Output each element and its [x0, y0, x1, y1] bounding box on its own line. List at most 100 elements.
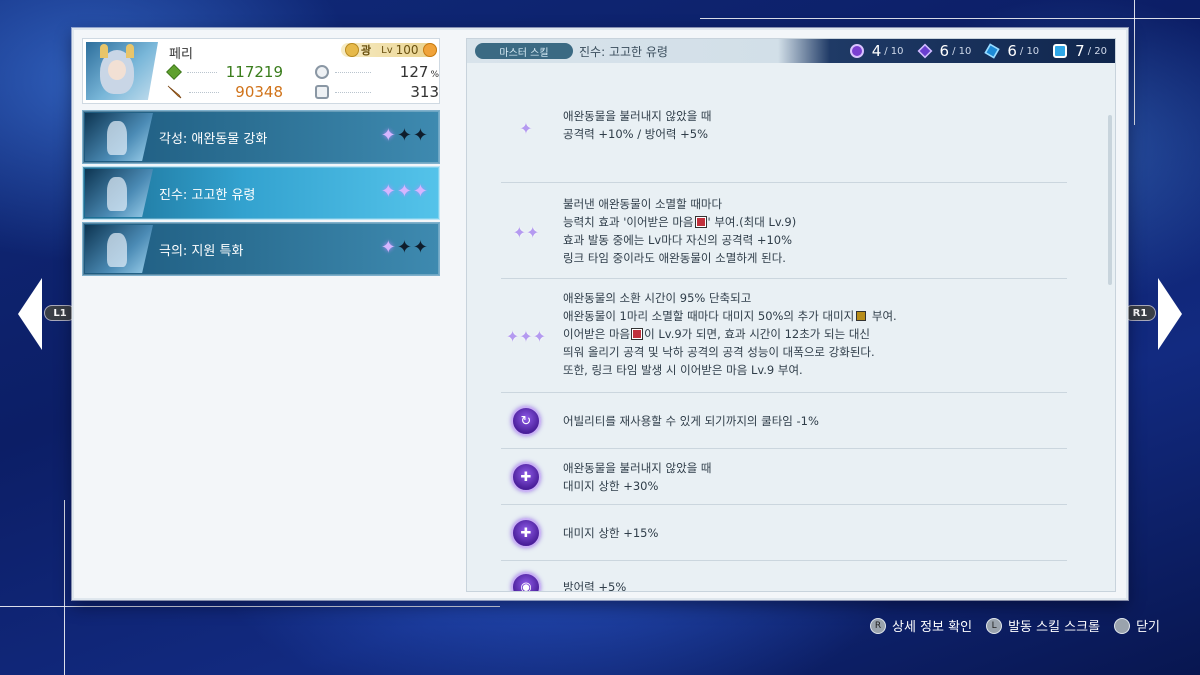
rank-label: 광	[361, 44, 372, 57]
character-portrait	[86, 42, 158, 100]
counter-item: 4/ 10	[849, 42, 904, 60]
heart-badge-icon	[694, 216, 707, 228]
skill-label: 각성: 애완동물 강화	[159, 132, 268, 147]
skill-row-essence[interactable]: 진수: 고고한 유령 ✦✦✦	[82, 166, 440, 220]
star-lit-icon: ✦	[380, 125, 397, 146]
entry-line: 불러낸 애완동물이 소멸할 때마다	[563, 197, 723, 211]
crit-value: 127	[399, 63, 429, 81]
hint-scroll[interactable]: L 발동 스킬 스크롤	[986, 616, 1100, 635]
entry-line: 부여.	[868, 309, 897, 323]
scrollbar[interactable]	[1108, 115, 1112, 285]
entry-line: 능력치 효과 '이어받은 마음	[563, 215, 694, 229]
entry-line: 애완동물을 불러내지 않았을 때	[563, 461, 712, 475]
decor-line	[700, 18, 1200, 19]
counter-num: 6	[939, 42, 950, 60]
entry-line: 애완동물을 불러내지 않았을 때	[563, 109, 712, 123]
burst-icon	[315, 65, 329, 79]
entry-line: 공격력 +10% / 방어력 +5%	[563, 127, 709, 141]
cooldown-orb-icon: ↻	[511, 406, 541, 436]
skill-row-mastery[interactable]: 극의: 지원 특화 ✦✦✦	[82, 222, 440, 276]
list-item: ◉ 방어력 +5%	[501, 561, 1067, 591]
entry-line: 효과 발동 중에는 Lv마다 자신의 공격력 +10%	[563, 233, 793, 247]
list-item: ↻ 어빌리티를 재사용할 수 있게 되기까지의 쿨타임 -1%	[501, 393, 1067, 449]
star-lit-icon: ✦	[380, 237, 397, 258]
entry-line: 방어력 +5%	[563, 580, 627, 591]
atk-stat: 90348	[167, 83, 283, 101]
detail-content: ✦ 애완동물을 불러내지 않았을 때 공격력 +10% / 방어력 +5% ✦✦…	[467, 63, 1115, 591]
star-dark-icon: ✦✦	[396, 125, 429, 146]
counter-item: 6/ 10	[984, 42, 1040, 60]
hp-stat: 117219	[166, 63, 283, 81]
counter-num: 6	[1007, 42, 1017, 60]
counter-den: / 10	[884, 45, 904, 57]
rank-badge: 광 Lv 100	[341, 43, 437, 57]
detail-header: 마스터 스킬 진수: 고고한 유령 4/ 10 6/ 10 6/ 10 7/ 2…	[467, 39, 1115, 63]
entry-line: 애완동물이 1마리 소멸할 때마다 대미지 50%의 추가 대미지	[563, 309, 855, 323]
skill-stars: ✦✦✦	[381, 237, 429, 258]
defense-orb-icon: ◉	[511, 572, 541, 591]
rank-coin-icon	[345, 43, 359, 57]
skill-thumbnail	[85, 169, 153, 217]
purple-diamond-icon	[917, 43, 932, 59]
extra-damage-icon	[856, 311, 867, 321]
detail-title: 진수: 고고한 유령	[579, 44, 668, 59]
skill-label: 극의: 지원 특화	[159, 244, 244, 259]
master-skill-tab[interactable]: 마스터 스킬	[475, 43, 573, 59]
control-hints: R 상세 정보 확인 L 발동 스킬 스크롤 닫기	[856, 616, 1160, 635]
star-icon: ✦	[519, 118, 533, 138]
damage-cap-orb-icon: ✚	[511, 518, 541, 548]
next-arrow-icon[interactable]	[1158, 278, 1182, 350]
decor-line	[1134, 0, 1135, 125]
prev-arrow-icon[interactable]	[18, 278, 42, 350]
character-card: 페리 광 Lv 100 117219 90348 127% 313	[82, 38, 440, 104]
star-lit-icon: ✦✦✦	[380, 181, 429, 202]
entry-line: 링크 타임 중이라도 애완동물이 소멸하게 된다.	[563, 251, 786, 265]
counter-den: / 10	[1019, 45, 1040, 57]
hp-value: 117219	[225, 63, 283, 81]
skill-panel: 페리 광 Lv 100 117219 90348 127% 313 각성: 애완…	[72, 28, 1128, 600]
skill-thumbnail	[85, 113, 153, 161]
limit-break-icon	[422, 43, 437, 57]
skill-stars: ✦✦✦	[381, 125, 429, 146]
list-item: ✚ 대미지 상한 +15%	[501, 505, 1067, 561]
level-value: 100	[395, 43, 419, 57]
skill-stars: ✦✦✦	[381, 181, 429, 202]
hint-label: 상세 정보 확인	[892, 620, 973, 635]
other-stat: 313	[315, 83, 439, 101]
hp-gem-icon	[166, 64, 182, 80]
skill-thumbnail	[85, 225, 153, 273]
decor-line	[0, 606, 500, 607]
list-item: ✦✦ 불러낸 애완동물이 소멸할 때마다 능력치 효과 '이어받은 마음 ' 부여…	[501, 183, 1067, 279]
entry-line: 대미지 상한 +30%	[563, 479, 659, 493]
hint-close[interactable]: 닫기	[1114, 616, 1160, 635]
hint-label: 발동 스킬 스크롤	[1008, 620, 1101, 635]
crit-unit: %	[430, 70, 439, 80]
purple-circle-icon	[849, 44, 864, 58]
skill-detail: 마스터 스킬 진수: 고고한 유령 4/ 10 6/ 10 6/ 10 7/ 2…	[466, 38, 1116, 592]
hint-details[interactable]: R 상세 정보 확인	[870, 616, 972, 635]
damage-cap-orb-icon: ✚	[511, 462, 541, 492]
star-icon: ✦✦	[512, 222, 540, 242]
list-item: ✦ 애완동물을 불러내지 않았을 때 공격력 +10% / 방어력 +5%	[501, 91, 1067, 183]
decor-line	[64, 500, 65, 675]
counter-den: / 10	[952, 45, 972, 57]
entry-line: 띄워 올리기 공격 및 낙하 공격의 공격 성능이 대폭으로 강화된다.	[563, 345, 875, 359]
entry-line: 이어받은 마음	[563, 327, 631, 341]
white-cube-icon	[1053, 44, 1068, 58]
counter-item: 6/ 10	[917, 42, 972, 60]
entry-line: 어빌리티를 재사용할 수 있게 되기까지의 쿨타임 -1%	[563, 414, 819, 428]
l-stick-icon: L	[986, 617, 1003, 634]
star-icon: ✦✦✦	[505, 326, 547, 346]
counter-num: 4	[871, 42, 882, 60]
other-value: 313	[410, 83, 439, 101]
hint-label: 닫기	[1136, 620, 1160, 635]
skill-row-awakening[interactable]: 각성: 애완동물 강화 ✦✦✦	[82, 110, 440, 164]
r1-button[interactable]: R1	[1124, 305, 1156, 321]
character-name: 페리	[169, 47, 193, 62]
sword-icon	[167, 85, 182, 99]
counter-item: 7/ 20	[1053, 42, 1107, 60]
entry-line: 대미지 상한 +15%	[563, 526, 659, 540]
counter-num: 7	[1075, 42, 1085, 60]
list-item: ✚ 애완동물을 불러내지 않았을 때 대미지 상한 +30%	[501, 449, 1067, 505]
skill-label: 진수: 고고한 유령	[159, 188, 256, 203]
